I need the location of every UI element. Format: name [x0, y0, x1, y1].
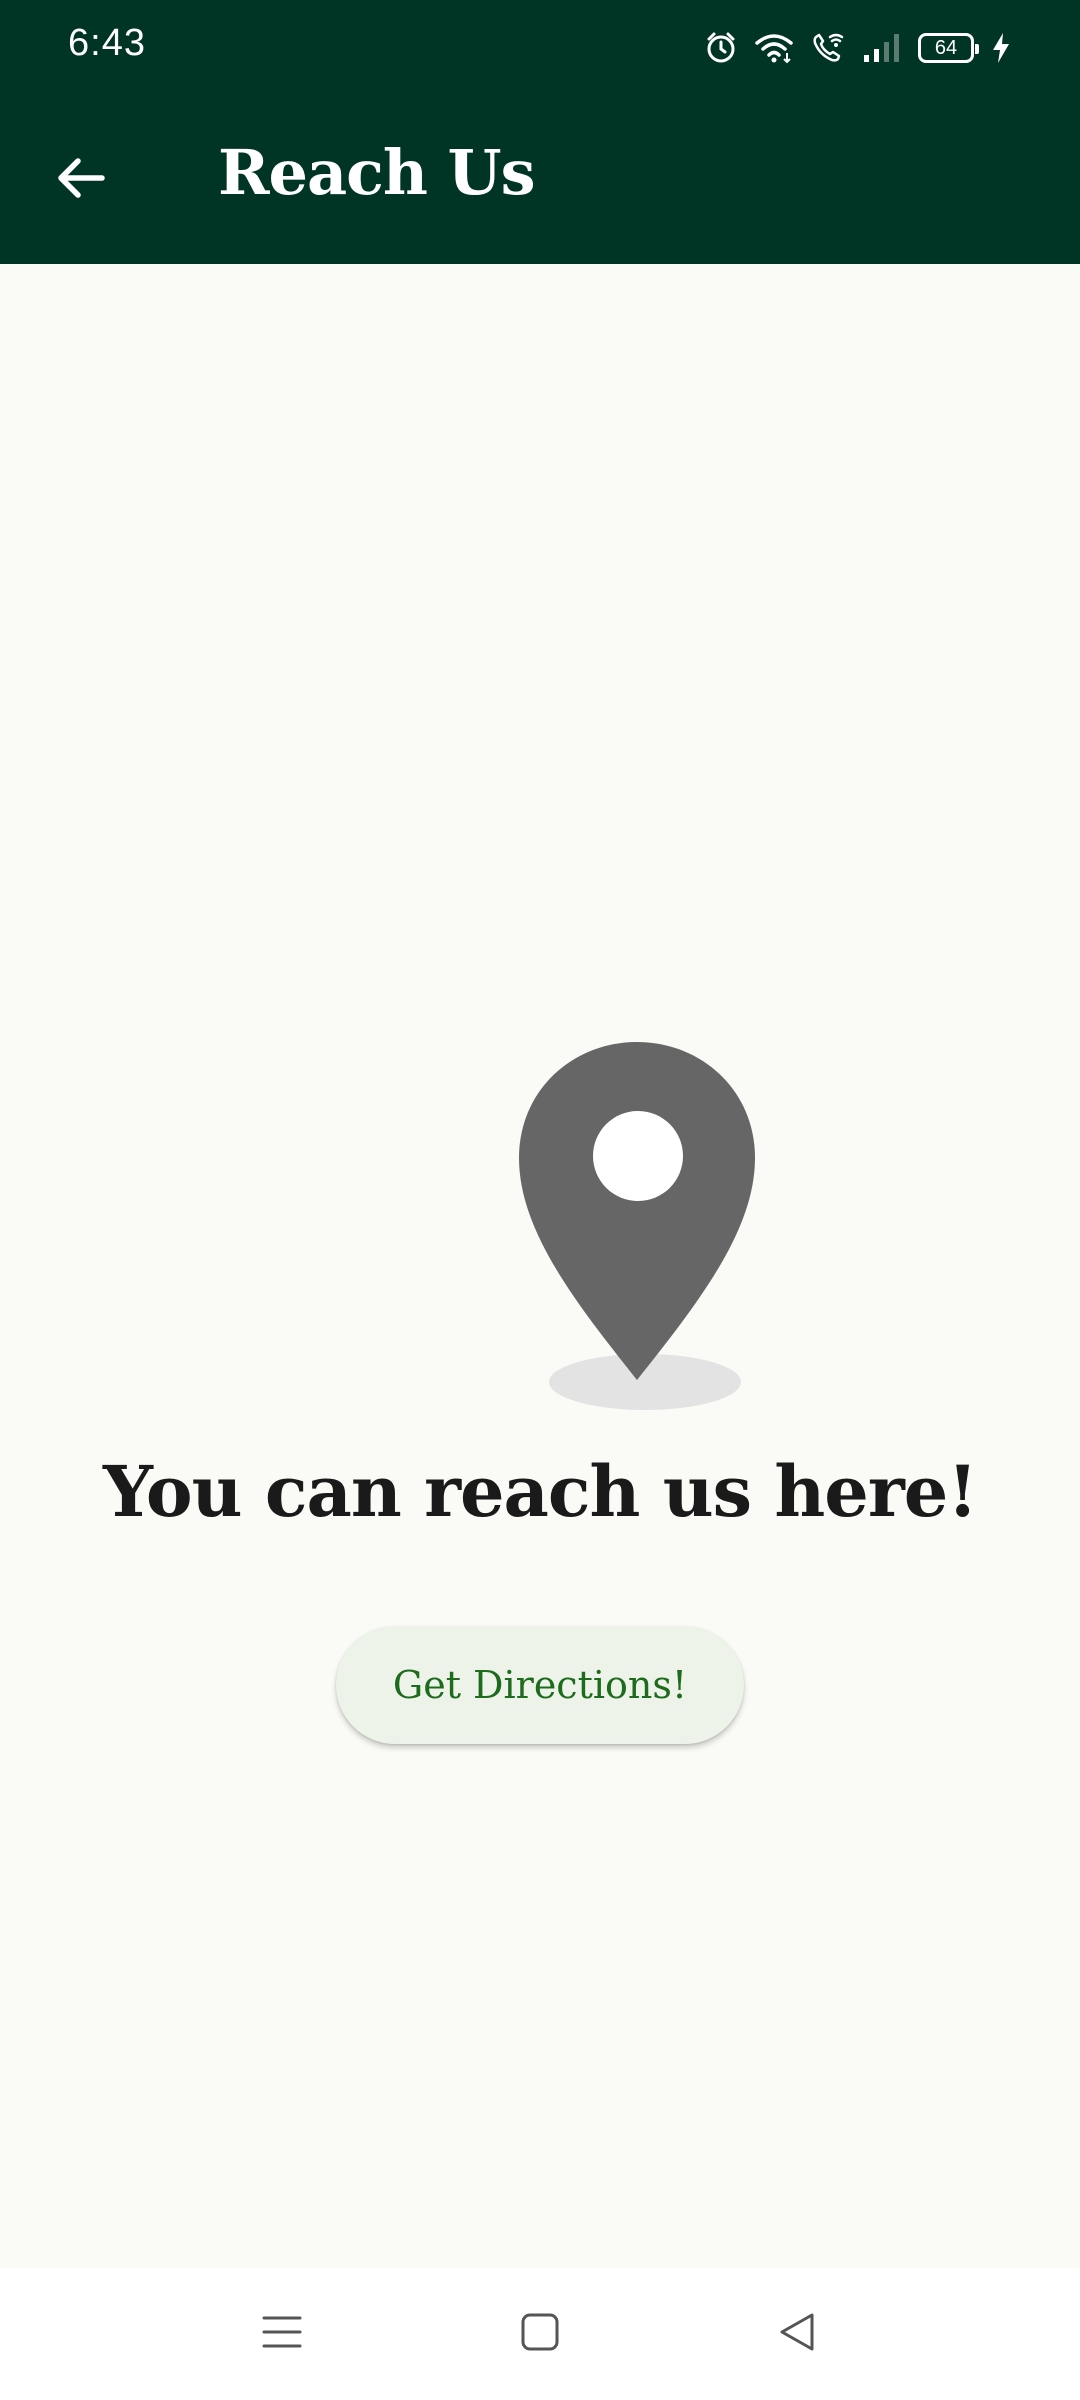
arrow-back-icon	[52, 150, 108, 210]
screen: 6:43 64 Reach Us You can reach us here! …	[0, 0, 1080, 2400]
home-button[interactable]	[504, 2298, 576, 2370]
system-nav-bar	[0, 2268, 1080, 2400]
charging-icon	[990, 31, 1012, 65]
alarm-icon	[704, 31, 738, 65]
signal-icon	[862, 31, 902, 65]
menu-button[interactable]	[246, 2298, 318, 2370]
home-square-icon	[518, 2310, 562, 2358]
reach-us-message: You can reach us here!	[103, 1450, 978, 1533]
status-icons: 64	[704, 26, 1012, 70]
app-bar: Reach Us	[0, 96, 1080, 264]
location-pin-icon	[515, 1034, 765, 1414]
get-directions-label: Get Directions!	[392, 1663, 688, 1707]
battery-icon: 64	[918, 33, 979, 63]
menu-icon	[260, 2310, 304, 2358]
wifi-call-icon	[810, 31, 846, 65]
page-title: Reach Us	[218, 136, 536, 209]
get-directions-button[interactable]: Get Directions!	[336, 1626, 744, 1744]
status-bar: 6:43 64	[0, 0, 1080, 96]
back-button[interactable]	[40, 140, 120, 220]
back-triangle-icon	[776, 2310, 820, 2358]
wifi-icon	[754, 31, 794, 65]
status-time: 6:43	[68, 22, 146, 64]
back-nav-button[interactable]	[762, 2298, 834, 2370]
